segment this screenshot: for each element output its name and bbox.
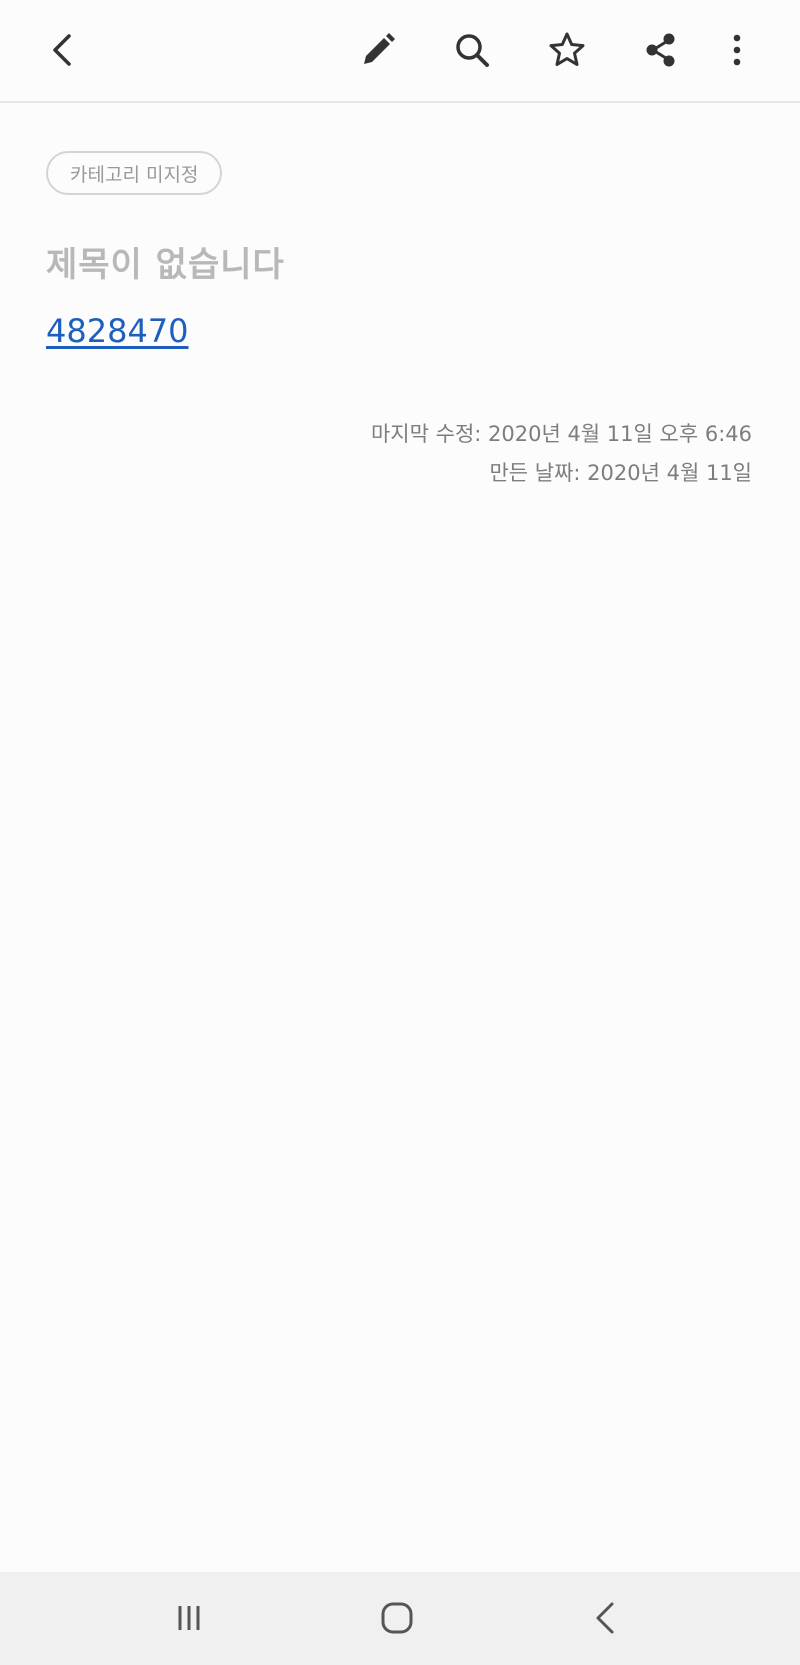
nav-back-button[interactable] — [576, 1588, 636, 1648]
system-navigation-bar — [0, 1572, 800, 1665]
home-icon — [381, 1602, 413, 1634]
back-arrow-icon — [53, 34, 71, 66]
favorite-button[interactable] — [539, 22, 595, 78]
more-vertical-icon — [733, 34, 741, 66]
note-title: 제목이 없습니다 — [46, 245, 285, 285]
star-icon — [549, 32, 585, 66]
back-button[interactable] — [34, 22, 90, 78]
share-icon — [646, 33, 675, 67]
top-toolbar — [0, 0, 800, 103]
nav-back-icon — [596, 1602, 614, 1634]
recent-apps-icon — [178, 1606, 200, 1630]
home-button[interactable] — [367, 1588, 427, 1648]
last-modified-date: 마지막 수정: 2020년 4월 11일 오후 6:46 — [370, 422, 752, 446]
edit-button[interactable] — [350, 22, 406, 78]
recent-apps-button[interactable] — [159, 1588, 219, 1648]
pencil-icon — [364, 33, 395, 64]
note-body-link[interactable]: 4828470 — [46, 312, 189, 350]
search-icon — [456, 34, 489, 67]
share-button[interactable] — [633, 22, 689, 78]
search-button[interactable] — [444, 22, 500, 78]
created-date: 만든 날짜: 2020년 4월 11일 — [489, 461, 752, 485]
more-options-button[interactable] — [709, 22, 765, 78]
category-chip[interactable]: 카테고리 미지정 — [46, 151, 223, 195]
note-viewer-screen: 카테고리 미지정 제목이 없습니다 4828470 마지막 수정: 2020년 … — [0, 0, 800, 1665]
